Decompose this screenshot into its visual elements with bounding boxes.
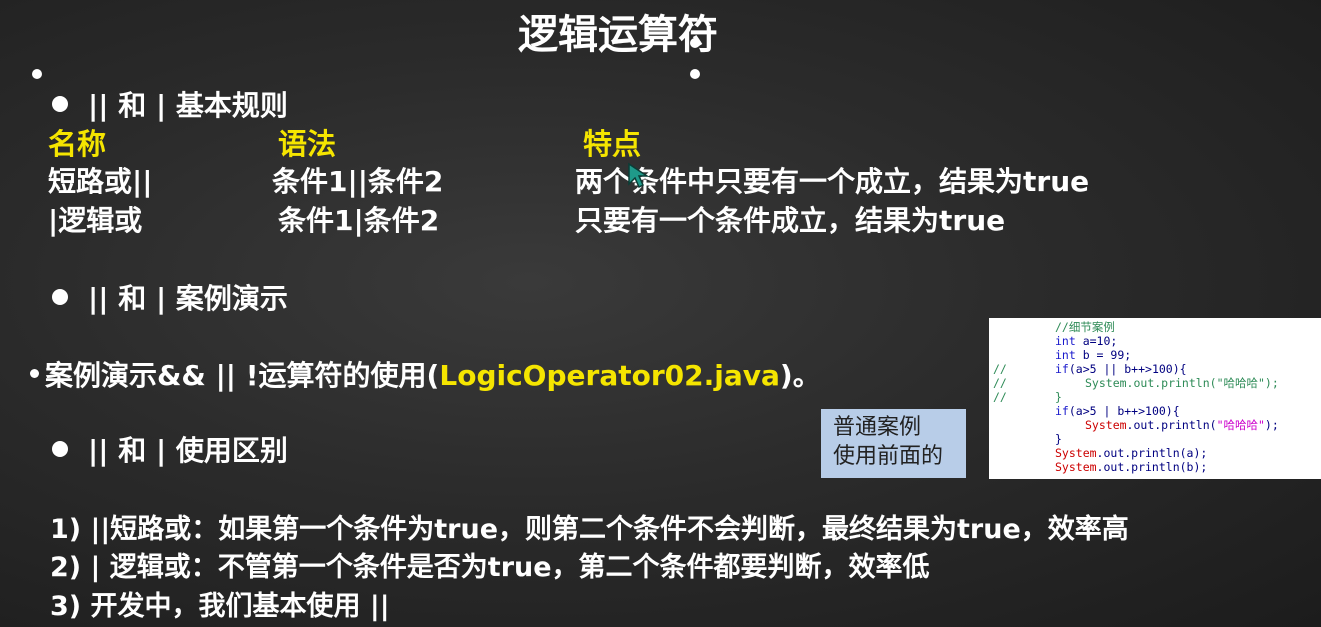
demo-prefix: 案例演示&& || !运算符的使用( [45, 359, 440, 392]
col-header-name: 名称 [48, 127, 107, 161]
code-line: System.out.println(a); [1055, 446, 1208, 460]
rule-row-syntax: 条件1||条件2 [272, 165, 444, 198]
section-heading-text: || 和 | 基本规则 [88, 89, 288, 122]
demo-suffix: )。 [779, 359, 821, 392]
bullet-icon [52, 289, 68, 305]
code-line: if(a>5 || b++>100){ [1055, 362, 1187, 376]
code-snippet: //细节案例 int a=10; int b = 99; // if(a>5 |… [989, 318, 1321, 479]
code-line: } [1055, 390, 1062, 404]
selection-handle-top[interactable] [690, 38, 700, 48]
selection-handle-left[interactable] [32, 69, 42, 79]
col-header-syntax: 语法 [278, 127, 337, 161]
rule-row-name: 短路或|| [48, 165, 153, 198]
bullet-icon [52, 441, 68, 457]
code-line: // [993, 390, 1007, 404]
section-heading-difference: || 和 | 使用区别 [52, 429, 288, 469]
code-line: // [993, 362, 1007, 376]
bullet-icon [30, 368, 39, 378]
demo-filename: LogicOperator02.java [439, 359, 780, 392]
code-line: System.out.println("哈哈哈"); [1085, 376, 1279, 390]
code-line: System.out.println("哈哈哈"); [1085, 418, 1279, 432]
col-header-feature: 特点 [583, 127, 642, 161]
note-box: 普通案例 使用前面的 [821, 409, 966, 478]
code-line: // [993, 376, 1007, 390]
difference-item: 2) | 逻辑或：不管第一个条件是否为true，第二个条件都要判断，效率低 [50, 552, 930, 583]
arrow-cursor-icon [628, 162, 650, 188]
note-line: 普通案例 [833, 415, 922, 440]
rule-row-syntax: 条件1|条件2 [278, 204, 440, 237]
section-heading-text: || 和 | 使用区别 [88, 434, 288, 467]
code-line: } [1055, 432, 1062, 446]
rule-row-name: |逻辑或 [48, 204, 143, 237]
code-line: int b = 99; [1055, 348, 1132, 362]
section-heading-rules: || 和 | 基本规则 [52, 84, 288, 124]
selection-handle-mid[interactable] [690, 69, 700, 79]
bullet-icon [52, 96, 68, 112]
page-title: 逻辑运算符 [518, 12, 718, 58]
difference-item: 3) 开发中，我们基本使用 || [50, 591, 390, 622]
rule-row-feature: 只要有一个条件成立，结果为true [575, 204, 1006, 237]
code-line: System.out.println(b); [1055, 460, 1208, 474]
note-line: 使用前面的 [833, 444, 944, 469]
code-line: //细节案例 [1055, 320, 1115, 334]
demo-line: 案例演示&& || !运算符的使用(LogicOperator02.java)。 [30, 354, 821, 394]
section-heading-text: || 和 | 案例演示 [88, 282, 288, 315]
code-line: if(a>5 | b++>100){ [1055, 404, 1180, 418]
difference-item: 1) ||短路或：如果第一个条件为true，则第二个条件不会判断，最终结果为tr… [50, 514, 1129, 545]
section-heading-demo: || 和 | 案例演示 [52, 277, 288, 317]
code-line: int a=10; [1055, 334, 1118, 348]
